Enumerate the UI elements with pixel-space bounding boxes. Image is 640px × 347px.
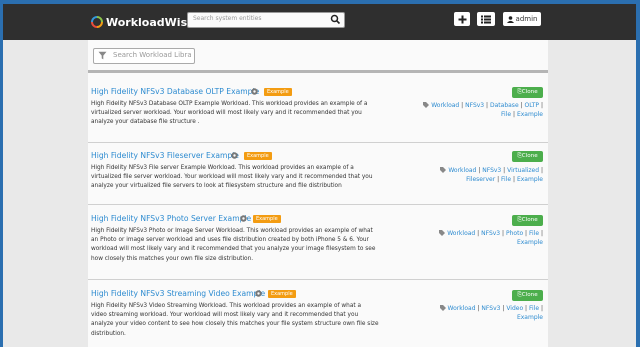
workload-title[interactable]: High Fidelity NFSv3 Photo Server Example <box>91 214 251 223</box>
description-line: virtualized server workload. Your worklo… <box>91 110 362 117</box>
description-line: video streaming workload. Your workload … <box>91 312 359 319</box>
description-line: an Photo or image server workload and us… <box>91 237 369 244</box>
description-line: analyze your database file structure . <box>91 119 200 126</box>
window-frame-right <box>636 0 640 347</box>
list-header-divider <box>88 70 548 73</box>
workload-list-item: High Fidelity NFSv3 Database OLTP Exampl… <box>88 74 548 146</box>
workload-description: High Fidelity NFSv3 Photo or Image Serve… <box>91 227 391 264</box>
workload-list-item: High Fidelity NFSv3 Fileserver Example E… <box>88 142 548 206</box>
tag-icon <box>440 167 447 173</box>
user-menu-button[interactable]: admin <box>503 12 541 26</box>
tag-link[interactable]: File <box>501 176 511 183</box>
workload-title[interactable]: High Fidelity NFSv3 Streaming Video Exam… <box>91 289 265 298</box>
description-line: High Fidelity NFSv3 Database OLTP Exampl… <box>91 101 368 107</box>
system-search-placeholder: Search system entities <box>193 15 262 22</box>
tag-link[interactable]: Example <box>517 239 543 246</box>
description-line: High Fidelity NFSv3 Photo or Image Serve… <box>91 228 373 234</box>
tag-link[interactable]: Video <box>506 305 523 312</box>
description-line: analyze your virtualized file servers to… <box>91 183 342 190</box>
add-button[interactable] <box>454 12 470 26</box>
workload-list-item: High Fidelity NFSv3 Photo Server Example… <box>88 204 548 280</box>
gear-icon[interactable] <box>254 289 263 298</box>
tag-icon <box>439 230 446 236</box>
workload-title[interactable]: High Fidelity NFSv3 Fileserver Example <box>91 151 239 160</box>
clone-label: Clone <box>521 217 538 223</box>
clone-button[interactable]: ⎘Clone <box>512 215 543 226</box>
tag-link[interactable]: File <box>529 230 539 237</box>
library-search-input[interactable]: Search Workload Library <box>93 48 195 64</box>
brand-logo-icon <box>91 16 103 28</box>
tag-link[interactable]: Workload <box>448 167 476 174</box>
tag-link[interactable]: File <box>501 111 511 118</box>
workload-list-item: High Fidelity NFSv3 Streaming Video Exam… <box>88 279 548 347</box>
tag-icon <box>439 305 446 311</box>
plus-icon <box>458 15 466 23</box>
tag-link[interactable]: Fileserver <box>466 176 495 183</box>
tag-link[interactable]: Photo <box>506 230 523 237</box>
window-frame-left <box>0 0 3 347</box>
tag-link[interactable]: NFSv3 <box>465 102 484 109</box>
clone-label: Clone <box>521 292 538 298</box>
tag-link[interactable]: Database <box>490 102 519 109</box>
tag-link[interactable]: Example <box>517 111 543 118</box>
description-line: analyze your video content to see how cl… <box>91 321 379 328</box>
filter-icon <box>98 51 107 60</box>
tag-link[interactable]: NFSv3 <box>481 305 500 312</box>
workload-description: High Fidelity NFSv3 Video Streaming Work… <box>91 302 391 339</box>
tag-list: Workload | NFSv3 | Video | File | Example <box>403 304 543 322</box>
example-badge: Example <box>264 88 292 96</box>
tag-list: Workload | NFSv3 | Virtualized | Fileserv… <box>403 166 543 184</box>
clone-button[interactable]: ⎘Clone <box>512 151 543 162</box>
library-search-placeholder: Search Workload Library <box>113 51 191 59</box>
tag-link[interactable]: Example <box>517 314 543 321</box>
clone-button[interactable]: ⎘Clone <box>512 290 543 301</box>
description-line: how closely this matches your own file s… <box>91 255 254 262</box>
description-line: High Fidelity NFSv3 Video Streaming Work… <box>91 303 362 309</box>
tag-link[interactable]: Workload <box>448 305 476 312</box>
user-icon <box>506 15 514 23</box>
tag-link[interactable]: Virtualized <box>507 167 539 174</box>
example-badge: Example <box>253 215 281 223</box>
tag-link[interactable]: Example <box>517 176 543 183</box>
workload-description: High Fidelity NFSv3 Database OLTP Exampl… <box>91 100 391 128</box>
tag-link[interactable]: OLTP <box>525 102 540 109</box>
item-divider <box>88 204 548 205</box>
workload-title[interactable]: High Fidelity NFSv3 Database OLTP Exampl… <box>91 87 259 96</box>
list-view-button[interactable] <box>477 12 495 26</box>
example-badge: Example <box>268 290 296 298</box>
item-divider <box>88 279 548 280</box>
tag-link[interactable]: NFSv3 <box>481 230 500 237</box>
clone-button[interactable]: ⎘Clone <box>512 87 543 98</box>
example-badge: Example <box>244 152 272 160</box>
tag-link[interactable]: Workload <box>447 230 475 237</box>
tag-list: Workload | NFSv3 | Photo | File | Example <box>403 229 543 247</box>
description-line: distribution. <box>91 330 126 337</box>
search-icon[interactable] <box>330 14 341 25</box>
gear-icon[interactable] <box>250 87 259 96</box>
tag-link[interactable]: NFSv3 <box>482 167 501 174</box>
list-icon <box>481 15 491 23</box>
gear-icon[interactable] <box>239 214 248 223</box>
tag-icon <box>423 102 430 108</box>
clone-label: Clone <box>521 153 538 159</box>
description-line: High Fidelity NFSv3 File server Example … <box>91 165 354 171</box>
description-line: workload will most likely vary and it re… <box>91 246 376 253</box>
tag-link[interactable]: File <box>529 305 539 312</box>
clone-label: Clone <box>521 89 538 95</box>
tag-list: Workload | NFSv3 | Database | OLTP | File… <box>403 101 543 119</box>
description-line: virtualized file server workload. Your w… <box>91 174 373 181</box>
tag-link[interactable]: Workload <box>431 102 459 109</box>
workload-description: High Fidelity NFSv3 File server Example … <box>91 164 391 192</box>
item-divider <box>88 142 548 143</box>
gear-icon[interactable] <box>230 151 239 160</box>
user-name: admin <box>515 15 538 23</box>
system-search-input[interactable]: Search system entities <box>187 12 345 28</box>
